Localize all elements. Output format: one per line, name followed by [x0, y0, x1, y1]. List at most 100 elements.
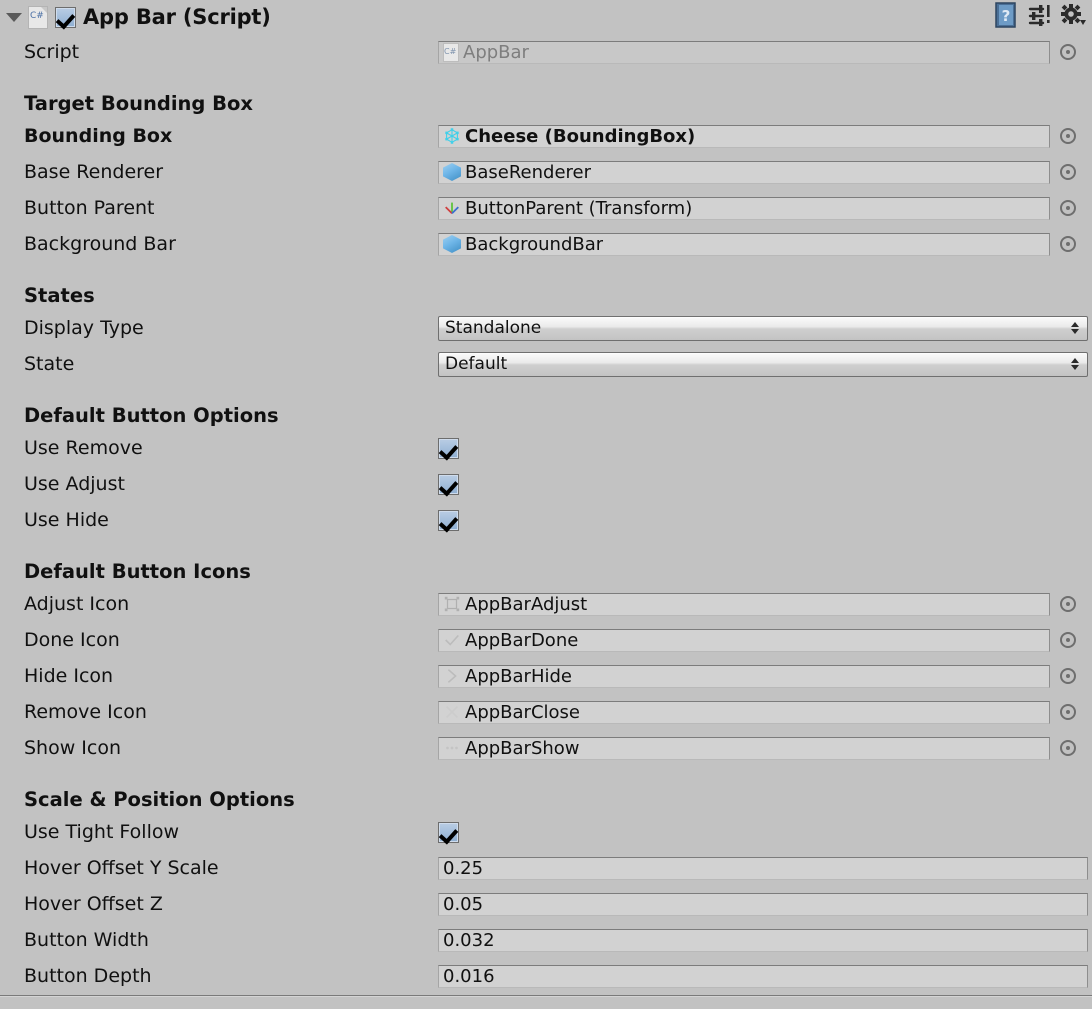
hide-icon-value: AppBarHide — [465, 666, 572, 687]
row-adjust-icon: Adjust Icon AppBarAdjust — [0, 586, 1092, 622]
row-label-done-icon: Done Icon — [0, 629, 438, 651]
use-tight-follow-checkbox[interactable] — [438, 822, 459, 843]
remove-icon-object-picker-button[interactable] — [1060, 704, 1076, 720]
bounding-box-object-picker-button[interactable] — [1060, 128, 1076, 144]
section-header-states: States — [0, 274, 1092, 310]
state-value: Default — [445, 354, 507, 374]
texture-close-icon — [443, 703, 461, 721]
display-type-value: Standalone — [445, 318, 541, 338]
row-hover-offset-y-scale: Hover Offset Y Scale 0.25 — [0, 850, 1092, 886]
row-label-script: Script — [0, 41, 438, 63]
done-icon-object-field[interactable]: AppBarDone — [438, 629, 1050, 652]
svg-text:?: ? — [1002, 7, 1011, 25]
display-type-dropdown[interactable]: Standalone — [438, 316, 1088, 341]
row-use-remove: Use Remove — [0, 430, 1092, 466]
background-bar-value: BackgroundBar — [465, 234, 603, 255]
row-remove-icon: Remove Icon AppBarClose — [0, 694, 1092, 730]
row-done-icon: Done Icon AppBarDone — [0, 622, 1092, 658]
adjust-icon-object-picker-button[interactable] — [1060, 596, 1076, 612]
background-bar-object-picker-button[interactable] — [1060, 236, 1076, 252]
show-icon-object-picker-button[interactable] — [1060, 740, 1076, 756]
row-display-type: Display Type Standalone — [0, 310, 1092, 346]
spacer — [0, 70, 1092, 82]
row-label-hide-icon: Hide Icon — [0, 665, 438, 687]
background-bar-object-field[interactable]: BackgroundBar — [438, 233, 1050, 256]
component-header[interactable]: App Bar (Script) ? — [0, 0, 1092, 34]
use-hide-checkbox[interactable] — [438, 510, 459, 531]
foldout-triangle-icon[interactable] — [6, 13, 22, 22]
preset-icon[interactable] — [1027, 3, 1051, 27]
button-depth-input[interactable]: 0.016 — [438, 965, 1088, 988]
row-label-use-adjust: Use Adjust — [0, 473, 438, 495]
base-renderer-value: BaseRenderer — [465, 162, 591, 183]
row-label-bounding-box: Bounding Box — [0, 125, 438, 147]
section-header-default-button-icons: Default Button Icons — [0, 550, 1092, 586]
hide-icon-object-picker-button[interactable] — [1060, 668, 1076, 684]
script-object-picker-button — [1060, 44, 1076, 60]
row-label-button-parent: Button Parent — [0, 197, 438, 219]
row-use-adjust: Use Adjust — [0, 466, 1092, 502]
texture-dots-icon — [443, 739, 461, 757]
button-parent-object-picker-button[interactable] — [1060, 200, 1076, 216]
row-label-remove-icon: Remove Icon — [0, 701, 438, 723]
chevron-updown-icon — [1071, 322, 1079, 334]
texture-check-icon — [443, 631, 461, 649]
row-background-bar: Background Bar BackgroundBar — [0, 226, 1092, 262]
gameobject-cube-icon — [443, 163, 461, 181]
hover-offset-z-value: 0.05 — [443, 894, 483, 915]
row-label-display-type: Display Type — [0, 317, 438, 339]
row-button-depth: Button Depth 0.016 — [0, 958, 1092, 994]
row-button-width: Button Width 0.032 — [0, 922, 1092, 958]
gameobject-cube-icon — [443, 235, 461, 253]
done-icon-object-picker-button[interactable] — [1060, 632, 1076, 648]
remove-icon-value: AppBarClose — [465, 702, 580, 723]
button-parent-object-field[interactable]: ButtonParent (Transform) — [438, 197, 1050, 220]
row-label-hover-offset-z: Hover Offset Z — [0, 893, 438, 915]
section-header-default-button-options: Default Button Options — [0, 394, 1092, 430]
transform-axis-icon — [443, 199, 461, 217]
row-label-use-hide: Use Hide — [0, 509, 438, 531]
use-remove-checkbox[interactable] — [438, 438, 459, 459]
show-icon-object-field[interactable]: AppBarShow — [438, 737, 1050, 760]
button-depth-value: 0.016 — [443, 966, 495, 987]
section-header-target-bounding-box: Target Bounding Box — [0, 82, 1092, 118]
row-label-adjust-icon: Adjust Icon — [0, 593, 438, 615]
base-renderer-object-field[interactable]: BaseRenderer — [438, 161, 1050, 184]
gear-dropdown-icon[interactable] — [1060, 3, 1086, 27]
component-enabled-checkbox[interactable] — [55, 7, 76, 28]
show-icon-value: AppBarShow — [465, 738, 580, 759]
bounding-box-object-field[interactable]: Cheese (BoundingBox) — [438, 125, 1050, 148]
row-bounding-box: Bounding Box Cheese (BoundingBox) — [0, 118, 1092, 154]
button-width-value: 0.032 — [443, 930, 495, 951]
hover-offset-y-scale-input[interactable]: 0.25 — [438, 857, 1088, 880]
row-base-renderer: Base Renderer BaseRenderer — [0, 154, 1092, 190]
row-hover-offset-z: Hover Offset Z 0.05 — [0, 886, 1092, 922]
row-button-parent: Button Parent ButtonParent (Transform) — [0, 190, 1092, 226]
texture-adjust-icon — [443, 595, 461, 613]
hide-icon-object-field[interactable]: AppBarHide — [438, 665, 1050, 688]
row-label-hover-offset-y-scale: Hover Offset Y Scale — [0, 857, 438, 879]
row-label-use-remove: Use Remove — [0, 437, 438, 459]
chevron-updown-icon — [1071, 358, 1079, 370]
remove-icon-object-field[interactable]: AppBarClose — [438, 701, 1050, 724]
texture-chevron-icon — [443, 667, 461, 685]
row-hide-icon: Hide Icon AppBarHide — [0, 658, 1092, 694]
section-header-scale-position-options: Scale & Position Options — [0, 778, 1092, 814]
row-label-base-renderer: Base Renderer — [0, 161, 438, 183]
hover-offset-z-input[interactable]: 0.05 — [438, 893, 1088, 916]
row-label-button-depth: Button Depth — [0, 965, 438, 987]
row-label-use-tight-follow: Use Tight Follow — [0, 821, 438, 843]
script-field: AppBar — [438, 41, 1050, 64]
help-icon[interactable]: ? — [994, 2, 1018, 28]
adjust-icon-object-field[interactable]: AppBarAdjust — [438, 593, 1050, 616]
base-renderer-object-picker-button[interactable] — [1060, 164, 1076, 180]
hover-offset-y-scale-value: 0.25 — [443, 858, 483, 879]
button-width-input[interactable]: 0.032 — [438, 929, 1088, 952]
bounding-box-value: Cheese (BoundingBox) — [465, 126, 695, 147]
use-adjust-checkbox[interactable] — [438, 474, 459, 495]
row-label-show-icon: Show Icon — [0, 737, 438, 759]
spacer — [0, 538, 1092, 550]
state-dropdown[interactable]: Default — [438, 352, 1088, 377]
row-show-icon: Show Icon AppBarShow — [0, 730, 1092, 766]
spacer — [0, 382, 1092, 394]
